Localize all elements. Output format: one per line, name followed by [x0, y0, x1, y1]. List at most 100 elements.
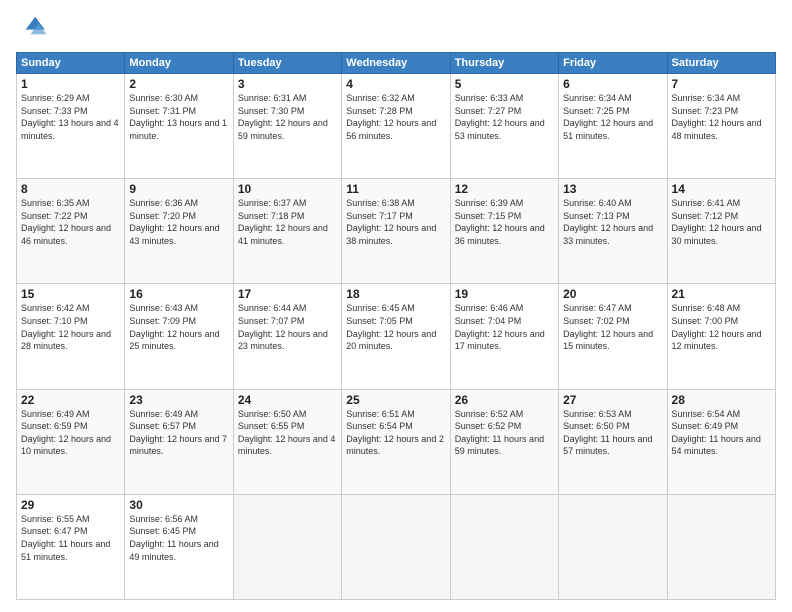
calendar-day-cell: 29 Sunrise: 6:55 AM Sunset: 6:47 PM Dayl…	[17, 494, 125, 599]
calendar-day-cell: 14 Sunrise: 6:41 AM Sunset: 7:12 PM Dayl…	[667, 179, 775, 284]
calendar-table: SundayMondayTuesdayWednesdayThursdayFrid…	[16, 52, 776, 600]
day-number: 22	[21, 393, 120, 407]
daylight-info: Daylight: 12 hours and 25 minutes.	[129, 328, 228, 353]
day-info: Sunrise: 6:33 AM Sunset: 7:27 PM Dayligh…	[455, 92, 554, 142]
day-number: 23	[129, 393, 228, 407]
sunset-info: Sunset: 6:59 PM	[21, 420, 120, 433]
sunrise-info: Sunrise: 6:36 AM	[129, 197, 228, 210]
sunrise-info: Sunrise: 6:54 AM	[672, 408, 771, 421]
daylight-info: Daylight: 12 hours and 17 minutes.	[455, 328, 554, 353]
calendar-day-cell: 19 Sunrise: 6:46 AM Sunset: 7:04 PM Dayl…	[450, 284, 558, 389]
day-info: Sunrise: 6:51 AM Sunset: 6:54 PM Dayligh…	[346, 408, 445, 458]
daylight-info: Daylight: 12 hours and 43 minutes.	[129, 222, 228, 247]
day-number: 29	[21, 498, 120, 512]
sunset-info: Sunset: 7:30 PM	[238, 105, 337, 118]
day-number: 28	[672, 393, 771, 407]
day-number: 2	[129, 77, 228, 91]
calendar-day-cell: 21 Sunrise: 6:48 AM Sunset: 7:00 PM Dayl…	[667, 284, 775, 389]
calendar-day-cell: 13 Sunrise: 6:40 AM Sunset: 7:13 PM Dayl…	[559, 179, 667, 284]
day-number: 1	[21, 77, 120, 91]
sunset-info: Sunset: 7:09 PM	[129, 315, 228, 328]
calendar-day-cell: 28 Sunrise: 6:54 AM Sunset: 6:49 PM Dayl…	[667, 389, 775, 494]
daylight-info: Daylight: 11 hours and 54 minutes.	[672, 433, 771, 458]
calendar-day-cell: 20 Sunrise: 6:47 AM Sunset: 7:02 PM Dayl…	[559, 284, 667, 389]
daylight-info: Daylight: 12 hours and 51 minutes.	[563, 117, 662, 142]
daylight-info: Daylight: 12 hours and 15 minutes.	[563, 328, 662, 353]
sunrise-info: Sunrise: 6:56 AM	[129, 513, 228, 526]
day-number: 9	[129, 182, 228, 196]
sunset-info: Sunset: 7:28 PM	[346, 105, 445, 118]
day-number: 4	[346, 77, 445, 91]
sunrise-info: Sunrise: 6:48 AM	[672, 302, 771, 315]
sunset-info: Sunset: 7:02 PM	[563, 315, 662, 328]
sunrise-info: Sunrise: 6:34 AM	[672, 92, 771, 105]
daylight-info: Daylight: 12 hours and 28 minutes.	[21, 328, 120, 353]
day-number: 19	[455, 287, 554, 301]
day-number: 6	[563, 77, 662, 91]
day-info: Sunrise: 6:31 AM Sunset: 7:30 PM Dayligh…	[238, 92, 337, 142]
calendar-day-cell: 23 Sunrise: 6:49 AM Sunset: 6:57 PM Dayl…	[125, 389, 233, 494]
day-info: Sunrise: 6:49 AM Sunset: 6:57 PM Dayligh…	[129, 408, 228, 458]
sunset-info: Sunset: 6:49 PM	[672, 420, 771, 433]
calendar-day-cell: 27 Sunrise: 6:53 AM Sunset: 6:50 PM Dayl…	[559, 389, 667, 494]
calendar-day-cell: 3 Sunrise: 6:31 AM Sunset: 7:30 PM Dayli…	[233, 74, 341, 179]
calendar-week-row: 15 Sunrise: 6:42 AM Sunset: 7:10 PM Dayl…	[17, 284, 776, 389]
sunset-info: Sunset: 7:07 PM	[238, 315, 337, 328]
calendar-day-cell: 12 Sunrise: 6:39 AM Sunset: 7:15 PM Dayl…	[450, 179, 558, 284]
day-number: 5	[455, 77, 554, 91]
sunset-info: Sunset: 7:20 PM	[129, 210, 228, 223]
daylight-info: Daylight: 12 hours and 20 minutes.	[346, 328, 445, 353]
sunset-info: Sunset: 7:18 PM	[238, 210, 337, 223]
sunset-info: Sunset: 7:17 PM	[346, 210, 445, 223]
calendar-header-saturday: Saturday	[667, 53, 775, 74]
day-number: 13	[563, 182, 662, 196]
day-info: Sunrise: 6:34 AM Sunset: 7:23 PM Dayligh…	[672, 92, 771, 142]
day-info: Sunrise: 6:54 AM Sunset: 6:49 PM Dayligh…	[672, 408, 771, 458]
day-number: 24	[238, 393, 337, 407]
sunrise-info: Sunrise: 6:33 AM	[455, 92, 554, 105]
calendar-header-monday: Monday	[125, 53, 233, 74]
logo	[16, 12, 52, 44]
day-number: 27	[563, 393, 662, 407]
daylight-info: Daylight: 12 hours and 46 minutes.	[21, 222, 120, 247]
sunrise-info: Sunrise: 6:52 AM	[455, 408, 554, 421]
sunrise-info: Sunrise: 6:45 AM	[346, 302, 445, 315]
calendar-day-cell: 2 Sunrise: 6:30 AM Sunset: 7:31 PM Dayli…	[125, 74, 233, 179]
sunrise-info: Sunrise: 6:30 AM	[129, 92, 228, 105]
day-info: Sunrise: 6:34 AM Sunset: 7:25 PM Dayligh…	[563, 92, 662, 142]
sunset-info: Sunset: 7:13 PM	[563, 210, 662, 223]
calendar-day-cell: 22 Sunrise: 6:49 AM Sunset: 6:59 PM Dayl…	[17, 389, 125, 494]
sunset-info: Sunset: 7:04 PM	[455, 315, 554, 328]
sunrise-info: Sunrise: 6:47 AM	[563, 302, 662, 315]
daylight-info: Daylight: 12 hours and 2 minutes.	[346, 433, 445, 458]
day-number: 10	[238, 182, 337, 196]
calendar-week-row: 8 Sunrise: 6:35 AM Sunset: 7:22 PM Dayli…	[17, 179, 776, 284]
day-info: Sunrise: 6:41 AM Sunset: 7:12 PM Dayligh…	[672, 197, 771, 247]
calendar-week-row: 29 Sunrise: 6:55 AM Sunset: 6:47 PM Dayl…	[17, 494, 776, 599]
daylight-info: Daylight: 12 hours and 56 minutes.	[346, 117, 445, 142]
daylight-info: Daylight: 13 hours and 1 minute.	[129, 117, 228, 142]
day-info: Sunrise: 6:30 AM Sunset: 7:31 PM Dayligh…	[129, 92, 228, 142]
day-info: Sunrise: 6:40 AM Sunset: 7:13 PM Dayligh…	[563, 197, 662, 247]
sunset-info: Sunset: 6:45 PM	[129, 525, 228, 538]
sunrise-info: Sunrise: 6:38 AM	[346, 197, 445, 210]
daylight-info: Daylight: 12 hours and 53 minutes.	[455, 117, 554, 142]
calendar-day-cell: 25 Sunrise: 6:51 AM Sunset: 6:54 PM Dayl…	[342, 389, 450, 494]
calendar-day-cell: 15 Sunrise: 6:42 AM Sunset: 7:10 PM Dayl…	[17, 284, 125, 389]
sunset-info: Sunset: 6:55 PM	[238, 420, 337, 433]
sunrise-info: Sunrise: 6:31 AM	[238, 92, 337, 105]
daylight-info: Daylight: 11 hours and 59 minutes.	[455, 433, 554, 458]
day-number: 11	[346, 182, 445, 196]
sunrise-info: Sunrise: 6:55 AM	[21, 513, 120, 526]
day-number: 3	[238, 77, 337, 91]
calendar-day-cell: 10 Sunrise: 6:37 AM Sunset: 7:18 PM Dayl…	[233, 179, 341, 284]
daylight-info: Daylight: 13 hours and 4 minutes.	[21, 117, 120, 142]
day-info: Sunrise: 6:50 AM Sunset: 6:55 PM Dayligh…	[238, 408, 337, 458]
page: SundayMondayTuesdayWednesdayThursdayFrid…	[0, 0, 792, 612]
calendar-day-cell	[559, 494, 667, 599]
calendar-day-cell: 7 Sunrise: 6:34 AM Sunset: 7:23 PM Dayli…	[667, 74, 775, 179]
day-info: Sunrise: 6:39 AM Sunset: 7:15 PM Dayligh…	[455, 197, 554, 247]
header	[16, 12, 776, 44]
calendar-week-row: 22 Sunrise: 6:49 AM Sunset: 6:59 PM Dayl…	[17, 389, 776, 494]
calendar-day-cell: 11 Sunrise: 6:38 AM Sunset: 7:17 PM Dayl…	[342, 179, 450, 284]
